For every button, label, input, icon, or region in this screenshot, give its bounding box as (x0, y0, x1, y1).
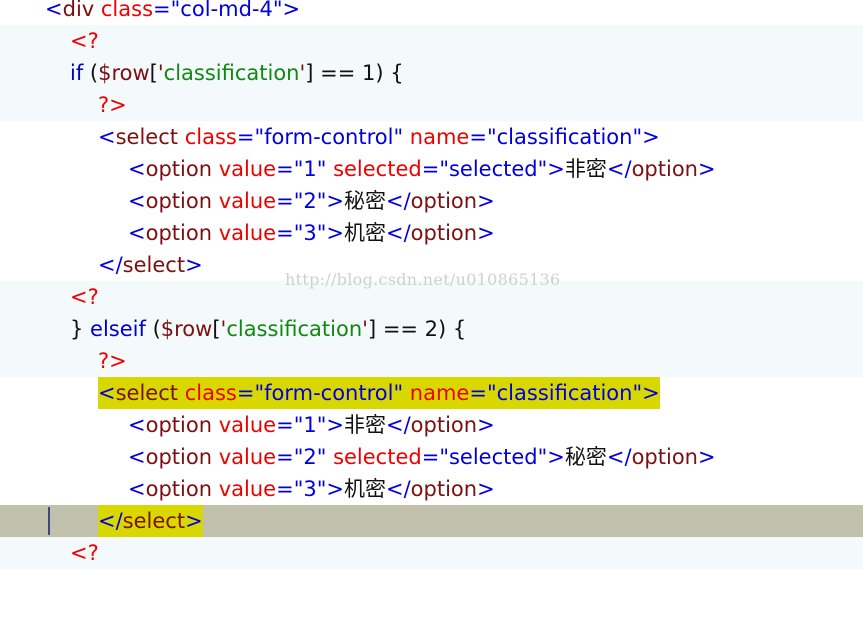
current-line[interactable]: </select> (0, 505, 863, 537)
code-line[interactable]: ?> (0, 345, 863, 377)
code-line[interactable]: <option value="2">秘密</option> (0, 185, 863, 217)
text-caret (48, 507, 50, 535)
code-line[interactable]: if ($row['classification'] == 1) { (0, 57, 863, 89)
code-line[interactable]: <select class="form-control" name="class… (0, 121, 863, 153)
watermark: http://blog.csdn.net/u010865136 (285, 270, 561, 289)
code-line[interactable]: ?> (0, 89, 863, 121)
code-line[interactable]: <option value="2" selected="selected">秘密… (0, 441, 863, 473)
code-line[interactable]: <option value="3">机密</option> (0, 473, 863, 505)
code-line[interactable]: <option value="1" selected="selected">非密… (0, 153, 863, 185)
code-text: </select> (98, 253, 203, 277)
code-line[interactable]: <? (0, 25, 863, 57)
code-line[interactable]: <option value="1">非密</option> (0, 409, 863, 441)
code-line[interactable]: <select class="form-control" name="class… (0, 377, 863, 409)
code-text: <option value="2">秘密</option> (128, 189, 495, 213)
matching-tag-highlight: <select class="form-control" name="class… (98, 377, 660, 409)
php-open-tag: <? (70, 29, 99, 53)
code-text: <select class="form-control" name="class… (98, 125, 660, 149)
code-line[interactable]: <div class="col-md-4"> (0, 0, 863, 25)
code-text: } elseif ($row['classification'] == 2) { (70, 317, 467, 341)
code-text: if ($row['classification'] == 1) { (70, 61, 404, 85)
php-close-tag: ?> (98, 349, 127, 373)
php-open-tag: <? (70, 285, 99, 309)
code-text: <option value="1">非密</option> (128, 413, 495, 437)
php-close-tag: ?> (98, 93, 127, 117)
code-line[interactable]: } elseif ($row['classification'] == 2) { (0, 313, 863, 345)
code-line[interactable]: <option value="3">机密</option> (0, 217, 863, 249)
code-text: <option value="3">机密</option> (128, 477, 495, 501)
code-text: <option value="1" selected="selected">非密… (128, 157, 716, 181)
code-text: <option value="3">机密</option> (128, 221, 495, 245)
code-text: <div class="col-md-4"> (45, 0, 301, 21)
code-text: <option value="2" selected="selected">秘密… (128, 445, 716, 469)
matching-tag-highlight: </select> (98, 505, 203, 537)
